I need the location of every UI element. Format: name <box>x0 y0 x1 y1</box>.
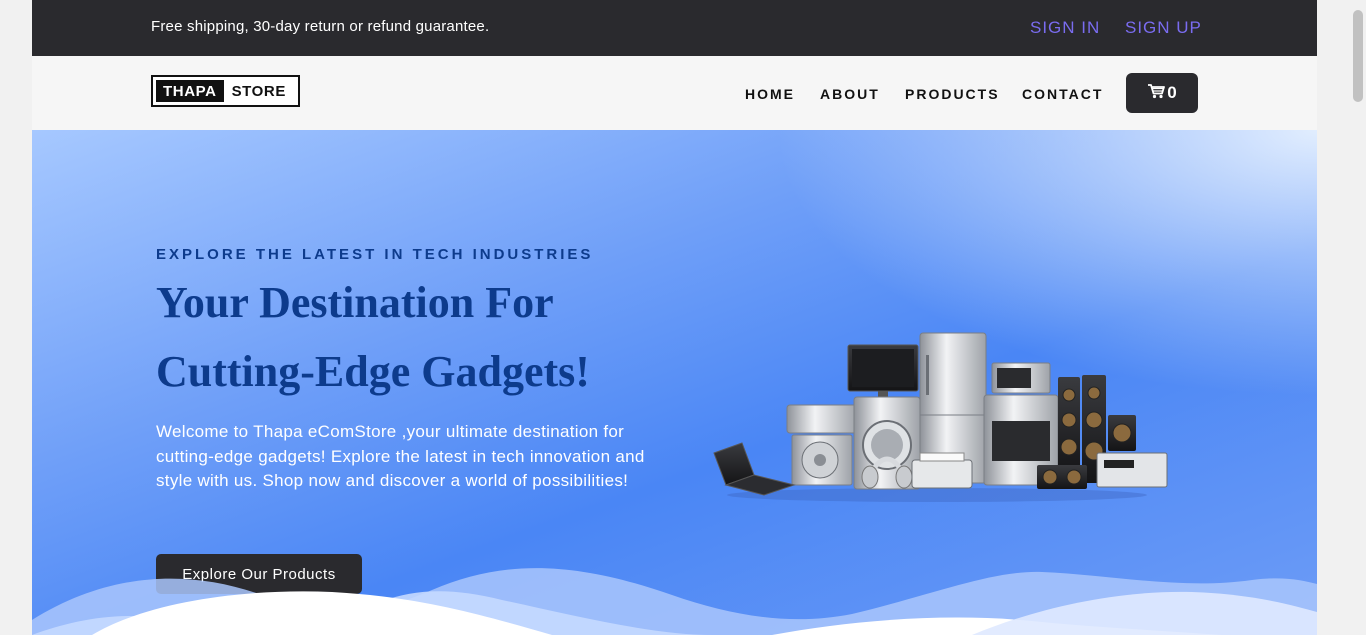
cart-count: 0 <box>1167 83 1177 102</box>
gadgets-image <box>713 332 1168 502</box>
nav-home[interactable]: HOME <box>745 86 795 102</box>
nav-contact[interactable]: CONTACT <box>1022 86 1103 102</box>
nav-about[interactable]: ABOUT <box>820 86 880 102</box>
nav-products[interactable]: PRODUCTS <box>905 86 1000 102</box>
hero-section: EXPLORE THE LATEST IN TECH INDUSTRIES Yo… <box>32 130 1317 635</box>
sign-up-link[interactable]: SIGN UP <box>1125 18 1202 38</box>
store-logo[interactable]: THAPA STORE <box>151 75 300 107</box>
logo-part-1: THAPA <box>156 80 224 102</box>
announcement-bar: Free shipping, 30-day return or refund g… <box>32 0 1317 56</box>
main-navbar: THAPA STORE HOME ABOUT PRODUCTS CONTACT … <box>32 56 1317 131</box>
sign-in-link[interactable]: SIGN IN <box>1030 18 1100 38</box>
hero-waves <box>32 568 1317 635</box>
cart-button[interactable]: 0 <box>1126 73 1198 113</box>
hero-eyebrow: EXPLORE THE LATEST IN TECH INDUSTRIES <box>156 246 594 263</box>
logo-part-2: STORE <box>231 82 286 100</box>
page: Free shipping, 30-day return or refund g… <box>32 0 1317 635</box>
cart-icon <box>1147 83 1166 104</box>
scrollbar-thumb[interactable] <box>1353 10 1363 102</box>
hero-intro: Welcome to Thapa eComStore ,your ultimat… <box>156 422 645 490</box>
page-scrollbar[interactable] <box>1349 0 1366 635</box>
hero-headline: Your Destination For Cutting-Edge Gadget… <box>156 278 590 396</box>
promo-text: Free shipping, 30-day return or refund g… <box>151 18 490 35</box>
